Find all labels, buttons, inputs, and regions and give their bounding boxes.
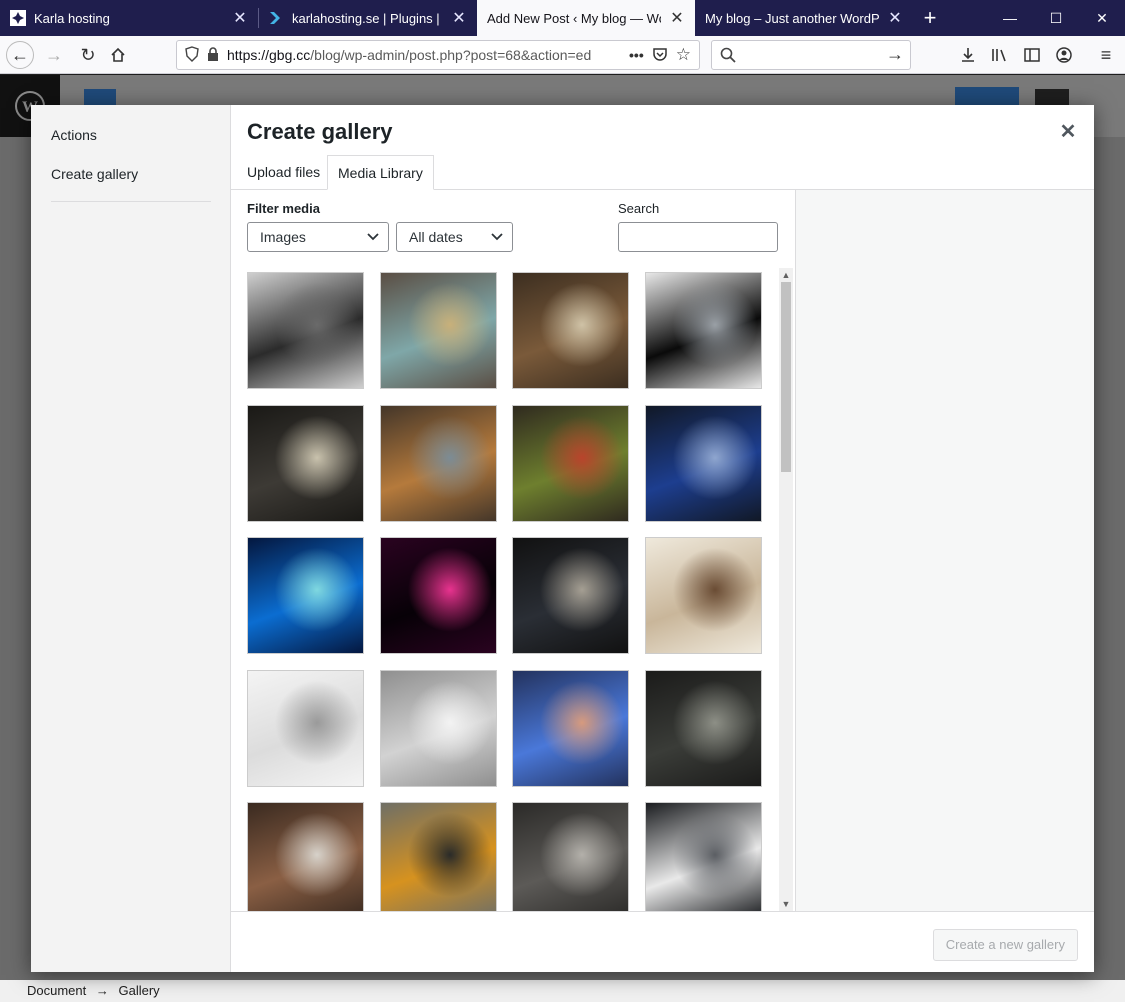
scrollbar-thumb[interactable] <box>781 282 791 472</box>
chevron-down-icon <box>366 223 380 251</box>
attachment-thumbnail-neon-love[interactable] <box>379 537 497 654</box>
browser-nav-bar: ← → ↻ https://gbg.cc/blog/wp-admin/post.… <box>0 36 1125 74</box>
close-icon[interactable]: ✕ <box>1056 121 1080 145</box>
attachment-thumbnail-street[interactable] <box>379 404 497 522</box>
menu-item-create-gallery[interactable]: Create gallery <box>51 166 138 182</box>
close-tab-icon[interactable]: ✕ <box>232 8 248 28</box>
attachment-thumbnail-globe-city[interactable] <box>379 272 497 389</box>
create-new-gallery-button[interactable]: Create a new gallery <box>932 929 1078 961</box>
pocket-icon[interactable] <box>652 46 668 65</box>
media-type-select[interactable]: Images <box>247 222 389 252</box>
media-type-value: Images <box>260 229 306 245</box>
sidebar-toggle-icon[interactable] <box>1018 41 1046 69</box>
wp-block-breadcrumb: Document → Gallery <box>0 980 1125 1002</box>
attachments-browser: Filter media Images All dates Search ▲ ▼ <box>231 190 795 911</box>
search-icon <box>720 47 736 66</box>
back-icon[interactable]: ← <box>6 41 34 69</box>
scroll-down-icon[interactable]: ▼ <box>779 897 793 911</box>
bookmark-star-icon[interactable]: ☆ <box>676 45 691 65</box>
browser-tab-bar: Karla hosting ✕ karlahosting.se | Plugin… <box>0 0 1125 36</box>
browser-tab-add-new-post[interactable]: Add New Post ‹ My blog — Wordl ✕ <box>477 0 695 36</box>
attachment-thumbnail-woman-butterflies[interactable] <box>512 669 629 787</box>
attachment-thumbnail-tractor[interactable] <box>247 802 364 911</box>
browser-tab-my-blog[interactable]: My blog – Just another WordPress ✕ <box>695 0 913 36</box>
browser-search-bar[interactable]: → <box>711 40 911 70</box>
media-search-input[interactable] <box>618 222 778 252</box>
media-router-tabs: Upload files Media Library <box>231 155 1094 190</box>
modal-title: Create gallery <box>247 119 393 144</box>
page-actions-icon[interactable]: ••• <box>629 47 644 63</box>
attachment-thumbnail-gauges[interactable] <box>644 272 762 389</box>
reload-icon[interactable]: ↻ <box>74 41 102 69</box>
attachment-thumbnail-barrels[interactable] <box>247 404 364 522</box>
media-date-select[interactable]: All dates <box>396 222 513 252</box>
attachment-details-sidebar <box>795 190 1094 911</box>
attachment-thumbnail-engine[interactable] <box>644 404 762 522</box>
maximize-icon[interactable]: ☐ <box>1033 0 1079 36</box>
media-toolbar: Create a new gallery <box>231 911 1094 972</box>
chevron-down-icon <box>490 223 504 251</box>
browser-tab-plugins[interactable]: karlahosting.se | Plugins | Dire ✕ <box>258 0 477 36</box>
grid-scrollbar[interactable]: ▲ ▼ <box>779 268 793 911</box>
url-path: /blog/wp-admin/post.php?post=68&action=e… <box>310 47 592 63</box>
breadcrumb-block[interactable]: Gallery <box>119 983 160 998</box>
attachment-thumbnail-binoculars[interactable] <box>512 272 629 389</box>
url-host: https://gbg.cc <box>227 47 311 63</box>
search-label: Search <box>618 201 660 216</box>
library-icon[interactable] <box>986 41 1014 69</box>
create-gallery-modal: Actions Create gallery Create gallery ✕ … <box>31 105 1094 972</box>
tab-title: Add New Post ‹ My blog — Wordl <box>487 10 661 26</box>
home-icon[interactable] <box>104 41 132 69</box>
media-modal-menu: Actions Create gallery <box>31 105 231 972</box>
attachment-thumbnail-white-face[interactable] <box>379 669 497 787</box>
tab-upload-files[interactable]: Upload files <box>237 155 330 190</box>
account-icon[interactable] <box>1050 41 1078 69</box>
attachments-grid <box>247 272 767 911</box>
close-tab-icon[interactable]: ✕ <box>451 8 467 28</box>
attachment-thumbnail-machine[interactable] <box>379 802 497 911</box>
menu-heading-actions: Actions <box>51 127 97 143</box>
close-tab-icon[interactable]: ✕ <box>669 8 685 28</box>
forward-icon[interactable]: → <box>40 41 68 69</box>
close-tab-icon[interactable]: ✕ <box>887 8 903 28</box>
window-controls: — ☐ ✕ <box>987 0 1125 36</box>
minimize-icon[interactable]: — <box>987 0 1033 36</box>
url-bar[interactable]: https://gbg.cc/blog/wp-admin/post.php?po… <box>176 40 700 70</box>
attachment-thumbnail-stormtrooper[interactable] <box>644 802 762 911</box>
search-go-icon[interactable]: → <box>886 44 904 65</box>
breadcrumb-arrow: → <box>95 983 109 998</box>
media-date-value: All dates <box>409 229 463 245</box>
lock-icon[interactable] <box>207 46 219 64</box>
karla-favicon-icon <box>10 10 26 26</box>
browser-tab-karla-hosting[interactable]: Karla hosting ✕ <box>0 0 258 36</box>
tab-title: Karla hosting <box>34 10 110 26</box>
attachment-thumbnail-motorbike-garden[interactable] <box>512 404 629 522</box>
tab-title: My blog – Just another WordPress <box>705 10 879 26</box>
menu-separator <box>51 201 211 202</box>
tab-title: karlahosting.se | Plugins | Dire <box>292 10 443 26</box>
scroll-up-icon[interactable]: ▲ <box>779 268 793 282</box>
attachment-thumbnail-bride[interactable] <box>247 669 364 787</box>
attachment-thumbnail-band[interactable] <box>644 669 762 787</box>
tab-media-library[interactable]: Media Library <box>327 155 434 190</box>
breadcrumb-document[interactable]: Document <box>27 983 86 998</box>
shield-icon[interactable] <box>185 45 199 65</box>
attachment-thumbnail-vintage-car[interactable] <box>247 272 364 389</box>
plugin-favicon-icon <box>268 10 284 26</box>
window-close-icon[interactable]: ✕ <box>1079 0 1125 36</box>
downloads-icon[interactable] <box>954 41 982 69</box>
menu-hamburger-icon[interactable]: ≡ <box>1092 41 1120 69</box>
attachment-thumbnail-boombox[interactable] <box>512 802 629 911</box>
attachment-thumbnail-mannequins[interactable] <box>247 537 364 654</box>
attachment-thumbnail-wrecked-car[interactable] <box>644 537 762 654</box>
new-tab-icon[interactable]: + <box>913 0 947 36</box>
attachment-thumbnail-gas-mask[interactable] <box>512 537 629 654</box>
filter-media-label: Filter media <box>247 201 320 216</box>
url-text: https://gbg.cc/blog/wp-admin/post.php?po… <box>227 47 621 63</box>
